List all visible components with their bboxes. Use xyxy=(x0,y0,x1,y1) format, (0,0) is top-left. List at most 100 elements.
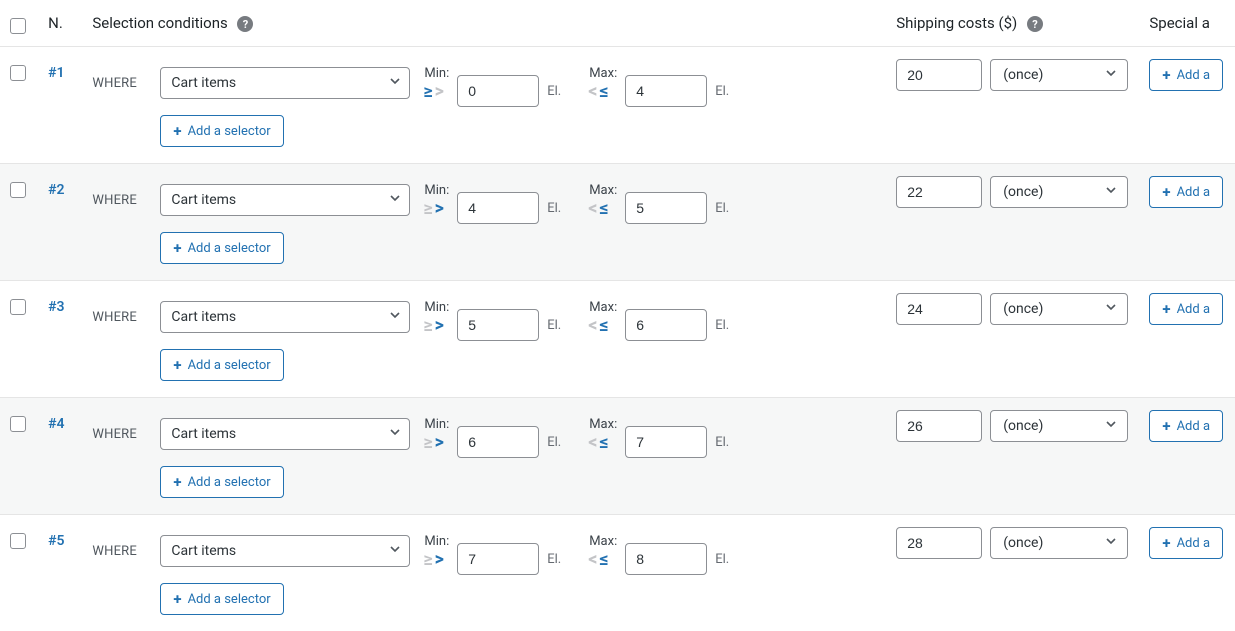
row-checkbox[interactable] xyxy=(10,299,26,315)
max-label: Max: xyxy=(587,66,617,81)
rule-row: #1 WHERE Cart items Min: ≥> El. xyxy=(0,47,1235,108)
lte-toggle[interactable]: ≤ xyxy=(598,434,609,452)
lt-toggle[interactable]: < xyxy=(587,200,598,218)
max-input[interactable] xyxy=(625,192,707,224)
add-selector-button[interactable]: + Add a selector xyxy=(160,583,283,615)
row-checkbox[interactable] xyxy=(10,65,26,81)
add-selector-button[interactable]: + Add a selector xyxy=(160,232,283,264)
cost-input[interactable] xyxy=(896,410,982,442)
frequency-dropdown[interactable]: (once) xyxy=(990,59,1128,91)
select-all-checkbox[interactable] xyxy=(10,18,26,34)
selector-row: + Add a selector xyxy=(0,107,1235,164)
selector-dropdown[interactable]: Cart items xyxy=(160,535,410,567)
header-row: N. Selection conditions ? Shipping costs… xyxy=(0,0,1235,47)
max-label: Max: xyxy=(587,183,617,198)
gte-toggle[interactable]: ≥ xyxy=(422,434,433,452)
row-checkbox[interactable] xyxy=(10,533,26,549)
lte-toggle[interactable]: ≤ xyxy=(598,83,609,101)
min-input[interactable] xyxy=(457,309,539,341)
lt-toggle[interactable]: < xyxy=(587,83,598,101)
max-label: Max: xyxy=(587,534,617,549)
plus-icon: + xyxy=(173,475,181,490)
where-label: WHERE xyxy=(92,193,152,208)
gt-toggle[interactable]: > xyxy=(434,317,445,335)
max-unit: El. xyxy=(715,201,729,216)
add-action-button[interactable]: + Add a xyxy=(1149,293,1223,325)
add-selector-button[interactable]: + Add a selector xyxy=(160,349,283,381)
min-unit: El. xyxy=(547,318,561,333)
plus-icon: + xyxy=(173,358,181,373)
max-label: Max: xyxy=(587,300,617,315)
plus-icon: + xyxy=(1162,185,1170,200)
lte-toggle[interactable]: ≤ xyxy=(598,200,609,218)
row-number[interactable]: #1 xyxy=(48,59,64,81)
gt-toggle[interactable]: > xyxy=(434,83,445,101)
frequency-dropdown[interactable]: (once) xyxy=(990,527,1128,559)
min-label: Min: xyxy=(422,183,449,198)
cost-input[interactable] xyxy=(896,527,982,559)
add-selector-button[interactable]: + Add a selector xyxy=(160,115,283,147)
chevron-down-icon xyxy=(1105,301,1117,317)
max-input[interactable] xyxy=(625,543,707,575)
chevron-down-icon xyxy=(389,309,401,325)
min-input[interactable] xyxy=(457,192,539,224)
row-number[interactable]: #4 xyxy=(48,410,64,432)
lt-toggle[interactable]: < xyxy=(587,434,598,452)
frequency-dropdown[interactable]: (once) xyxy=(990,293,1128,325)
rule-row: #4 WHERE Cart items Min: ≥> El. xyxy=(0,398,1235,459)
add-action-button[interactable]: + Add a xyxy=(1149,59,1223,91)
selector-dropdown[interactable]: Cart items xyxy=(160,184,410,216)
row-number[interactable]: #3 xyxy=(48,293,64,315)
row-checkbox[interactable] xyxy=(10,416,26,432)
min-input[interactable] xyxy=(457,543,539,575)
help-icon[interactable]: ? xyxy=(1027,16,1043,32)
lt-toggle[interactable]: < xyxy=(587,551,598,569)
selector-row: + Add a selector xyxy=(0,224,1235,281)
chevron-down-icon xyxy=(389,543,401,559)
gt-toggle[interactable]: > xyxy=(434,434,445,452)
lte-toggle[interactable]: ≤ xyxy=(598,551,609,569)
add-selector-button[interactable]: + Add a selector xyxy=(160,466,283,498)
plus-icon: + xyxy=(1162,419,1170,434)
lte-toggle[interactable]: ≤ xyxy=(598,317,609,335)
chevron-down-icon xyxy=(1105,535,1117,551)
cost-input[interactable] xyxy=(896,176,982,208)
max-input[interactable] xyxy=(625,75,707,107)
add-action-button[interactable]: + Add a xyxy=(1149,176,1223,208)
min-input[interactable] xyxy=(457,426,539,458)
gt-toggle[interactable]: > xyxy=(434,200,445,218)
cost-input[interactable] xyxy=(896,293,982,325)
where-label: WHERE xyxy=(92,427,152,442)
lt-toggle[interactable]: < xyxy=(587,317,598,335)
selector-dropdown[interactable]: Cart items xyxy=(160,301,410,333)
gte-toggle[interactable]: ≥ xyxy=(422,317,433,335)
row-checkbox[interactable] xyxy=(10,182,26,198)
where-label: WHERE xyxy=(92,76,152,91)
plus-icon: + xyxy=(173,124,181,139)
min-unit: El. xyxy=(547,84,561,99)
row-number[interactable]: #5 xyxy=(48,527,64,549)
max-input[interactable] xyxy=(625,309,707,341)
selector-dropdown[interactable]: Cart items xyxy=(160,67,410,99)
selector-row: + Add a selector xyxy=(0,341,1235,398)
cost-input[interactable] xyxy=(896,59,982,91)
gte-toggle[interactable]: ≥ xyxy=(422,200,433,218)
add-action-button[interactable]: + Add a xyxy=(1149,410,1223,442)
min-label: Min: xyxy=(422,66,449,81)
max-unit: El. xyxy=(715,84,729,99)
chevron-down-icon xyxy=(1105,418,1117,434)
selector-dropdown[interactable]: Cart items xyxy=(160,418,410,450)
frequency-dropdown[interactable]: (once) xyxy=(990,410,1128,442)
gt-toggle[interactable]: > xyxy=(434,551,445,569)
frequency-dropdown[interactable]: (once) xyxy=(990,176,1128,208)
add-action-button[interactable]: + Add a xyxy=(1149,527,1223,559)
row-number[interactable]: #2 xyxy=(48,176,64,198)
help-icon[interactable]: ? xyxy=(237,16,253,32)
selector-row: + Add a selector xyxy=(0,458,1235,515)
gte-toggle[interactable]: ≥ xyxy=(422,551,433,569)
gte-toggle[interactable]: ≥ xyxy=(422,83,433,101)
max-input[interactable] xyxy=(625,426,707,458)
min-unit: El. xyxy=(547,552,561,567)
min-label: Min: xyxy=(422,417,449,432)
min-input[interactable] xyxy=(457,75,539,107)
